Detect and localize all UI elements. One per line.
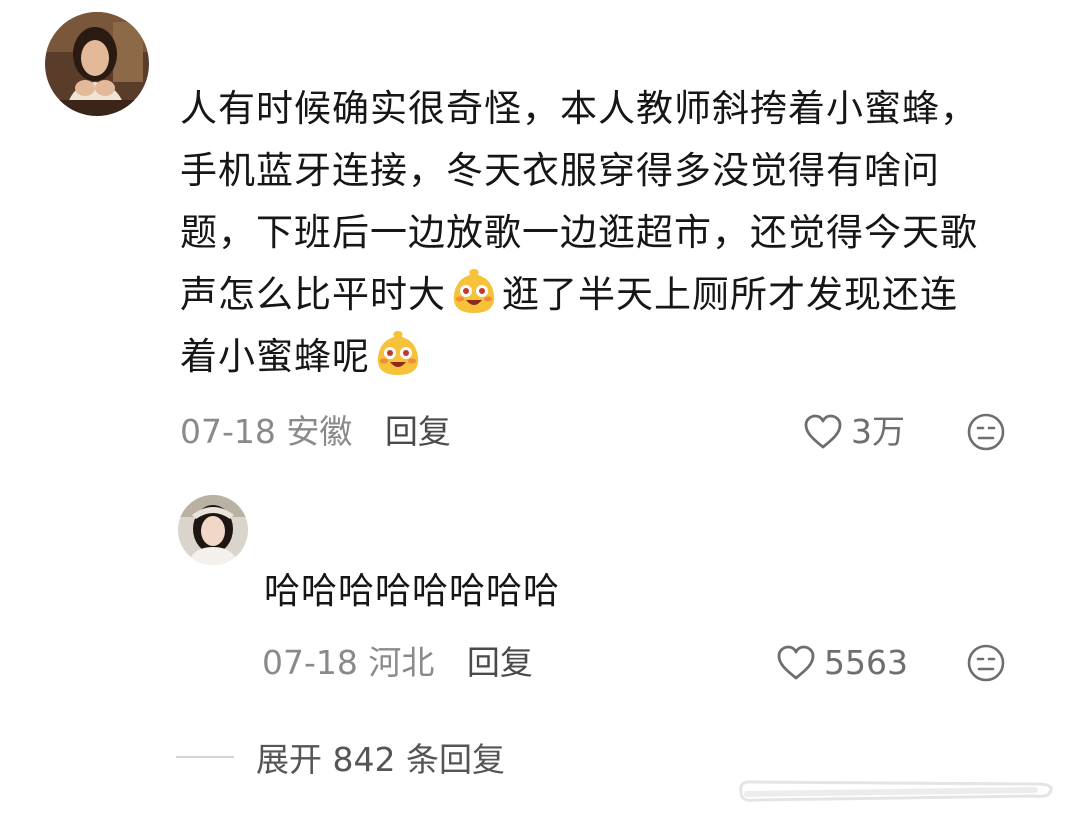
comment-meta: 07-18 安徽 回复 <box>180 412 451 452</box>
comment-date: 07-18 <box>180 412 276 451</box>
comment-line-part: 声怎么比平时大 <box>180 273 446 316</box>
reply-dislike-button[interactable] <box>966 643 1006 683</box>
comment-line-part: 着小蜜蜂呢 <box>180 335 370 378</box>
reply-like-count: 5563 <box>824 643 908 682</box>
reply-meta: 07-18 河北 回复 <box>262 643 533 683</box>
like-button[interactable]: 3万 <box>803 412 905 452</box>
expand-replies-button[interactable]: 展开 842 条回复 <box>176 733 505 781</box>
reply-date: 07-18 <box>262 643 358 682</box>
watermark-graphic <box>735 776 1057 806</box>
reply-location: 河北 <box>368 643 435 682</box>
reply-to-reply-button[interactable]: 回复 <box>467 643 533 682</box>
heart-icon <box>777 645 815 680</box>
comment-line: 题，下班后一边放歌一边逛超市，还觉得今天歌 <box>180 211 978 254</box>
heart-icon <box>804 414 842 449</box>
comment-location: 安徽 <box>286 412 353 451</box>
expand-replies-label: 展开 842 条回复 <box>256 740 505 779</box>
dislike-button[interactable] <box>966 412 1006 452</box>
comment-line-part: 逛了半天上厕所才发现还连 <box>502 273 958 316</box>
like-count: 3万 <box>851 412 905 451</box>
divider-line <box>176 756 234 758</box>
laughing-face-emoji-icon <box>372 327 424 379</box>
reply-button[interactable]: 回复 <box>385 412 451 451</box>
comment-line: 声怎么比平时大 逛了半天上厕所才发现还连 <box>180 264 1030 326</box>
comment-line: 着小蜜蜂呢 <box>180 326 1030 388</box>
laughing-face-emoji-icon <box>448 265 500 317</box>
commenter-avatar[interactable] <box>45 12 149 116</box>
reply-body: 哈哈哈哈哈哈哈哈 <box>264 571 561 612</box>
unhappy-face-icon <box>967 413 1005 451</box>
comment-body: 人有时候确实很奇怪，本人教师斜挎着小蜜蜂， 手机蓝牙连接，冬天衣服穿得多没觉得有… <box>180 78 1030 388</box>
replier-avatar[interactable] <box>178 495 248 565</box>
reply-like-button[interactable]: 5563 <box>776 643 908 683</box>
unhappy-face-icon <box>967 644 1005 682</box>
comment-line: 手机蓝牙连接，冬天衣服穿得多没觉得有啥问 <box>180 149 940 192</box>
comment-line: 人有时候确实很奇怪，本人教师斜挎着小蜜蜂， <box>180 87 978 130</box>
